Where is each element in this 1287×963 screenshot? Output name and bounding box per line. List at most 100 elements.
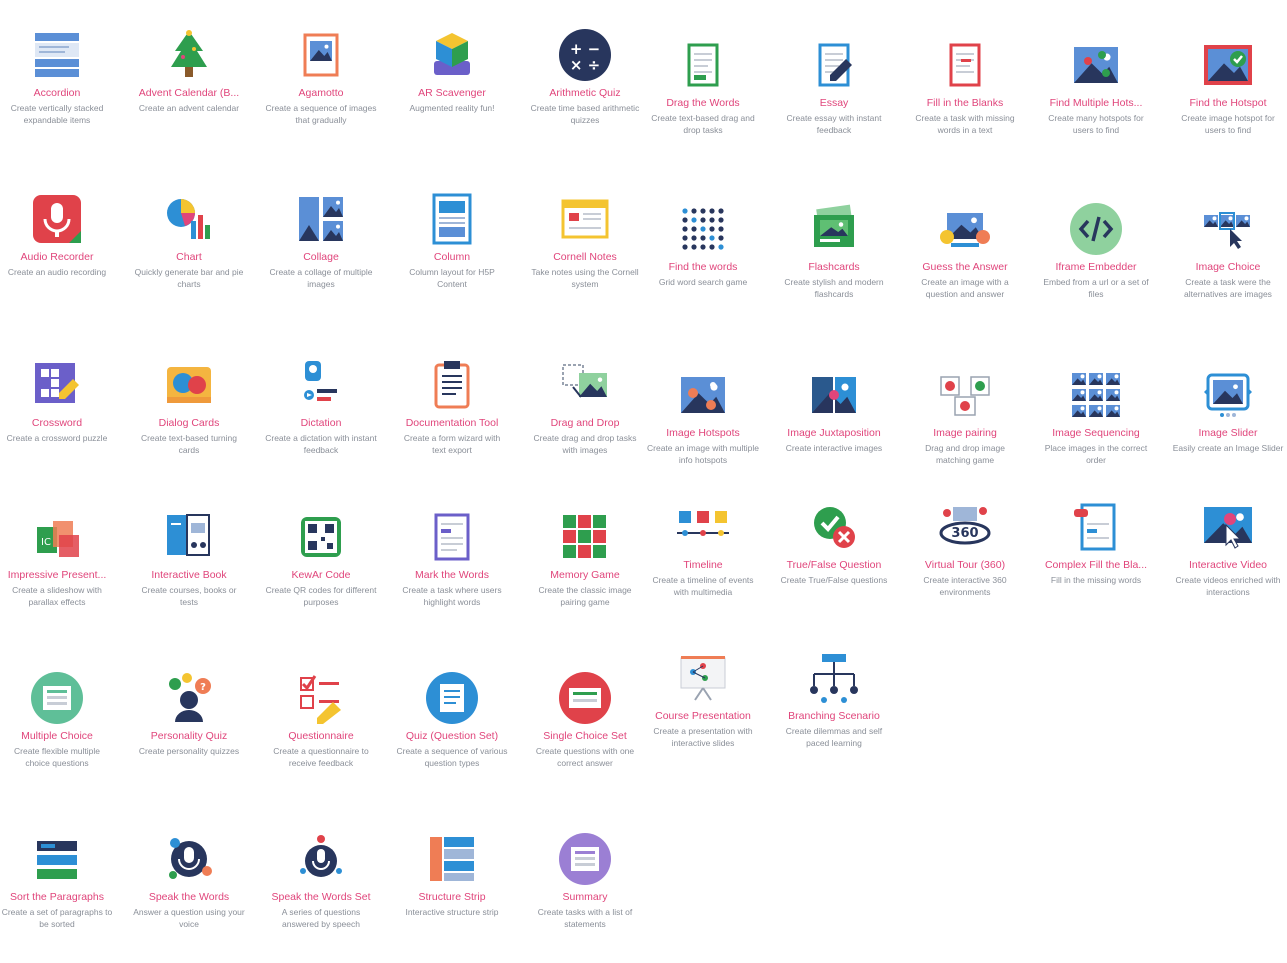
content-type-title[interactable]: Find Multiple Hots... [1032, 97, 1160, 110]
content-type-tile[interactable]: Dialog Cards Create text-based turning ca… [125, 357, 253, 456]
content-type-tile[interactable]: Interactive Video Create videos enriched … [1164, 499, 1287, 598]
content-type-tile[interactable]: Documentation Tool Create a form wizard w… [388, 357, 516, 456]
content-type-title[interactable]: Arithmetic Quiz [521, 87, 649, 100]
content-type-title[interactable]: Dialog Cards [125, 417, 253, 430]
content-type-tile[interactable]: Find the Hotspot Create image hotspot for… [1164, 37, 1287, 136]
content-type-tile[interactable]: Find Multiple Hots... Create many hotspot… [1032, 37, 1160, 136]
content-type-title[interactable]: Drag and Drop [521, 417, 649, 430]
content-type-title[interactable]: Fill in the Blanks [901, 97, 1029, 110]
content-type-tile[interactable]: Drag and Drop Create drag and drop tasks … [521, 357, 649, 456]
content-type-tile[interactable]: Image Sequencing Place images in the corr… [1032, 367, 1160, 466]
content-type-title[interactable]: Speak the Words Set [257, 891, 385, 904]
content-type-title[interactable]: Single Choice Set [521, 730, 649, 743]
content-type-title[interactable]: Memory Game [521, 569, 649, 582]
content-type-tile[interactable]: Course Presentation Create a presentation… [639, 650, 767, 749]
content-type-title[interactable]: True/False Question [770, 559, 898, 572]
content-type-tile[interactable]: Image Juxtaposition Create interactive im… [770, 367, 898, 466]
content-type-title[interactable]: Image Choice [1164, 261, 1287, 274]
content-type-title[interactable]: Questionnaire [257, 730, 385, 743]
content-type-tile[interactable]: Flashcards Create stylish and modern flas… [770, 201, 898, 300]
content-type-tile[interactable]: Summary Create tasks with a list of state… [521, 831, 649, 930]
content-type-tile[interactable]: Advent Calendar (B... Create an advent ca… [125, 27, 253, 126]
content-type-tile[interactable]: Image Slider Easily create an Image Slide… [1164, 367, 1287, 466]
content-type-title[interactable]: Image Slider [1164, 427, 1287, 440]
content-type-title[interactable]: Advent Calendar (B... [125, 87, 253, 100]
content-type-title[interactable]: Complex Fill the Bla... [1032, 559, 1160, 572]
content-type-tile[interactable]: Drag the Words Create text-based drag and… [639, 37, 767, 136]
content-type-tile[interactable]: + − × ÷ Arithmetic Quiz Create time based a… [521, 27, 649, 126]
content-type-title[interactable]: Timeline [639, 559, 767, 572]
content-type-title[interactable]: Image Hotspots [639, 427, 767, 440]
content-type-title[interactable]: Accordion [0, 87, 121, 100]
content-type-tile[interactable]: Complex Fill the Bla... Fill in the missi… [1032, 499, 1160, 598]
content-type-title[interactable]: Speak the Words [125, 891, 253, 904]
content-type-tile[interactable]: Fill in the Blanks Create a task with mis… [901, 37, 1029, 136]
content-type-tile[interactable]: Sort the Paragraphs Create a set of parag… [0, 831, 121, 930]
content-type-tile[interactable]: 360 Virtual Tour (360) Create interactive … [901, 499, 1029, 598]
content-type-title[interactable]: Agamotto [257, 87, 385, 100]
content-type-title[interactable]: Collage [257, 251, 385, 264]
content-type-title[interactable]: Find the words [639, 261, 767, 274]
content-type-title[interactable]: Guess the Answer [901, 261, 1029, 274]
content-type-tile[interactable]: KewAr Code Create QR codes for different … [257, 509, 385, 608]
content-type-tile[interactable]: Accordion Create vertically stacked expan… [0, 27, 121, 126]
content-type-tile[interactable]: Image pairing Drag and drop image matchin… [901, 367, 1029, 466]
content-type-tile[interactable]: Find the words Grid word search game [639, 201, 767, 300]
content-type-title[interactable]: Iframe Embedder [1032, 261, 1160, 274]
content-type-title[interactable]: Documentation Tool [388, 417, 516, 430]
content-type-tile[interactable]: Audio Recorder Create an audio recording [0, 191, 121, 290]
content-type-tile[interactable]: Speak the Words Set A series of questions… [257, 831, 385, 930]
content-type-title[interactable]: Crossword [0, 417, 121, 430]
content-type-title[interactable]: Personality Quiz [125, 730, 253, 743]
content-type-title[interactable]: Audio Recorder [0, 251, 121, 264]
content-type-tile[interactable]: Agamotto Create a sequence of images that… [257, 27, 385, 126]
content-type-title[interactable]: Dictation [257, 417, 385, 430]
content-type-title[interactable]: Sort the Paragraphs [0, 891, 121, 904]
content-type-title[interactable]: Find the Hotspot [1164, 97, 1287, 110]
content-type-title[interactable]: Branching Scenario [770, 710, 898, 723]
content-type-tile[interactable]: IC Impressive Present... Create a slidesho… [0, 509, 121, 608]
content-type-title[interactable]: Image Juxtaposition [770, 427, 898, 440]
content-type-tile[interactable]: Guess the Answer Create an image with a q… [901, 201, 1029, 300]
content-type-tile[interactable]: Cornell Notes Take notes using the Cornel… [521, 191, 649, 290]
content-type-title[interactable]: Chart [125, 251, 253, 264]
content-type-tile[interactable]: Mark the Words Create a task where users … [388, 509, 516, 608]
content-type-tile[interactable]: Timeline Create a timeline of events with… [639, 499, 767, 598]
content-type-tile[interactable]: Multiple Choice Create flexible multiple … [0, 670, 121, 769]
content-type-tile[interactable]: Essay Create essay with instant feedback [770, 37, 898, 136]
content-type-tile[interactable]: ? Personality Quiz Create personality quiz… [125, 670, 253, 769]
content-type-tile[interactable]: True/False Question Create True/False que… [770, 499, 898, 598]
content-type-title[interactable]: Image Sequencing [1032, 427, 1160, 440]
content-type-title[interactable]: Multiple Choice [0, 730, 121, 743]
content-type-title[interactable]: Quiz (Question Set) [388, 730, 516, 743]
content-type-title[interactable]: Virtual Tour (360) [901, 559, 1029, 572]
content-type-title[interactable]: Course Presentation [639, 710, 767, 723]
content-type-title[interactable]: Cornell Notes [521, 251, 649, 264]
content-type-tile[interactable]: Branching Scenario Create dilemmas and se… [770, 650, 898, 749]
content-type-title[interactable]: Image pairing [901, 427, 1029, 440]
content-type-tile[interactable]: Image Hotspots Create an image with multi… [639, 367, 767, 466]
content-type-title[interactable]: Mark the Words [388, 569, 516, 582]
content-type-tile[interactable]: Crossword Create a crossword puzzle [0, 357, 121, 456]
content-type-tile[interactable]: Chart Quickly generate bar and pie charts [125, 191, 253, 290]
content-type-title[interactable]: Summary [521, 891, 649, 904]
content-type-title[interactable]: KewAr Code [257, 569, 385, 582]
content-type-title[interactable]: Structure Strip [388, 891, 516, 904]
content-type-tile[interactable]: Single Choice Set Create questions with o… [521, 670, 649, 769]
content-type-title[interactable]: Drag the Words [639, 97, 767, 110]
content-type-tile[interactable]: Collage Create a collage of multiple imag… [257, 191, 385, 290]
content-type-title[interactable]: Interactive Book [125, 569, 253, 582]
content-type-title[interactable]: AR Scavenger [388, 87, 516, 100]
content-type-title[interactable]: Impressive Present... [0, 569, 121, 582]
content-type-tile[interactable]: Structure Strip Interactive structure str… [388, 831, 516, 930]
content-type-tile[interactable]: Questionnaire Create a questionnaire to r… [257, 670, 385, 769]
content-type-tile[interactable]: Iframe Embedder Embed from a url or a set… [1032, 201, 1160, 300]
content-type-tile[interactable]: Speak the Words Answer a question using y… [125, 831, 253, 930]
content-type-title[interactable]: Column [388, 251, 516, 264]
content-type-tile[interactable]: Column Column layout for H5P Content [388, 191, 516, 290]
content-type-tile[interactable]: Interactive Book Create courses, books or… [125, 509, 253, 608]
content-type-tile[interactable]: AR Scavenger Augmented reality fun! [388, 27, 516, 126]
content-type-title[interactable]: Essay [770, 97, 898, 110]
content-type-tile[interactable]: Image Choice Create a task were the alter… [1164, 201, 1287, 300]
content-type-tile[interactable]: Dictation Create a dictation with instant… [257, 357, 385, 456]
